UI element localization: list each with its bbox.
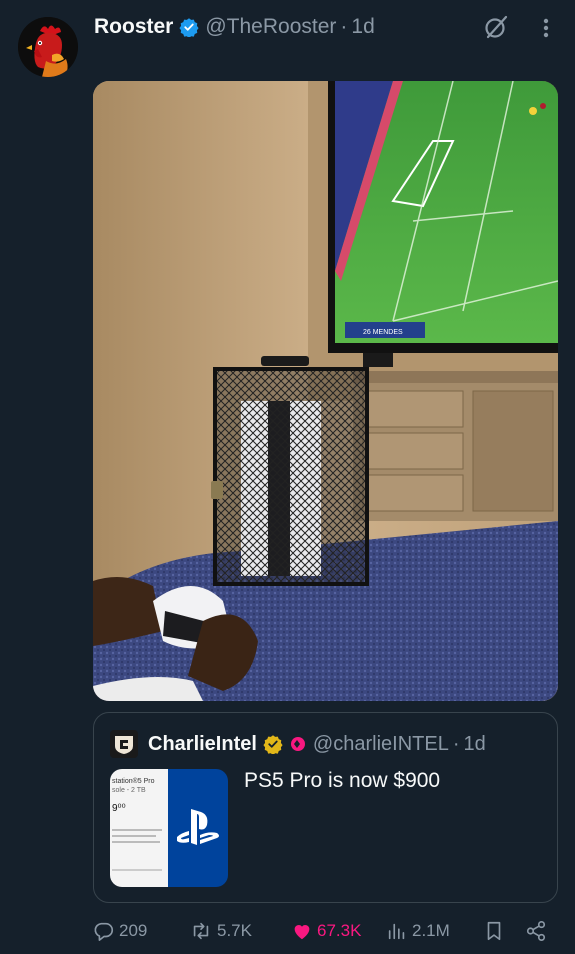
bookmark-icon xyxy=(487,921,501,941)
affiliate-badge-icon xyxy=(289,735,307,753)
quoted-author-name: CharlieIntel xyxy=(148,732,257,755)
views-count: 2.1M xyxy=(412,921,450,940)
share-button[interactable] xyxy=(525,920,551,942)
verified-gold-badge-icon xyxy=(263,734,283,754)
thumb-line-1: station®5 Pro xyxy=(112,778,155,785)
reply-button[interactable]: 209 xyxy=(93,920,147,942)
quoted-time: 1d xyxy=(463,732,486,755)
grok-icon xyxy=(485,15,508,39)
separator-dot: · xyxy=(340,15,348,38)
grok-button[interactable] xyxy=(482,13,510,41)
playstation-logo-icon xyxy=(168,769,228,887)
product-page-snippet: station®5 Pro sole - 2 TB 9⁰⁰ xyxy=(110,769,168,887)
photo-illustration: 26 MENDES xyxy=(93,81,558,701)
like-icon xyxy=(294,925,310,940)
more-button[interactable] xyxy=(538,14,554,42)
quoted-image: station®5 Pro sole - 2 TB 9⁰⁰ xyxy=(110,769,228,887)
quoted-avatar[interactable] xyxy=(110,730,138,758)
tweet-time[interactable]: 1d xyxy=(351,15,374,39)
like-button[interactable]: 67.3K xyxy=(291,920,361,942)
reply-count: 209 xyxy=(119,921,148,940)
reply-icon xyxy=(94,922,114,941)
views-icon xyxy=(388,923,405,940)
views-button[interactable]: 2.1M xyxy=(386,920,450,942)
author-handle[interactable]: @TheRooster xyxy=(205,15,336,39)
thumb-line-3: 9⁰⁰ xyxy=(112,803,126,814)
charlieintel-logo-icon xyxy=(115,736,133,754)
share-icon xyxy=(526,921,546,941)
action-bar: 209 5.7K 67.3K 2.1M xyxy=(93,916,558,948)
tweet-photo[interactable]: 26 MENDES xyxy=(93,81,558,701)
repost-count: 5.7K xyxy=(217,921,252,940)
quoted-author-handle: @charlieINTEL xyxy=(312,732,449,755)
verified-badge-icon xyxy=(179,17,199,37)
rooster-avatar-icon xyxy=(18,17,78,77)
more-icon xyxy=(543,18,549,38)
author-avatar[interactable] xyxy=(18,17,78,77)
tweet-header: Rooster @TheRooster · 1d xyxy=(94,12,375,42)
repost-icon xyxy=(193,922,209,940)
like-count: 67.3K xyxy=(317,921,362,940)
author-name[interactable]: Rooster xyxy=(94,15,173,39)
thumb-line-2: sole - 2 TB xyxy=(112,787,146,794)
repost-button[interactable]: 5.7K xyxy=(189,920,252,942)
bookmark-button[interactable] xyxy=(483,920,509,942)
quoted-text: PS5 Pro is now $900 xyxy=(244,769,441,792)
quoted-separator: · xyxy=(452,732,460,755)
tv-overlay-text: 26 MENDES xyxy=(363,329,403,336)
quoted-tweet[interactable]: CharlieIntel @charlieINTEL · 1d station®… xyxy=(93,712,558,903)
quoted-header: CharlieIntel @charlieINTEL · 1d xyxy=(110,729,486,759)
